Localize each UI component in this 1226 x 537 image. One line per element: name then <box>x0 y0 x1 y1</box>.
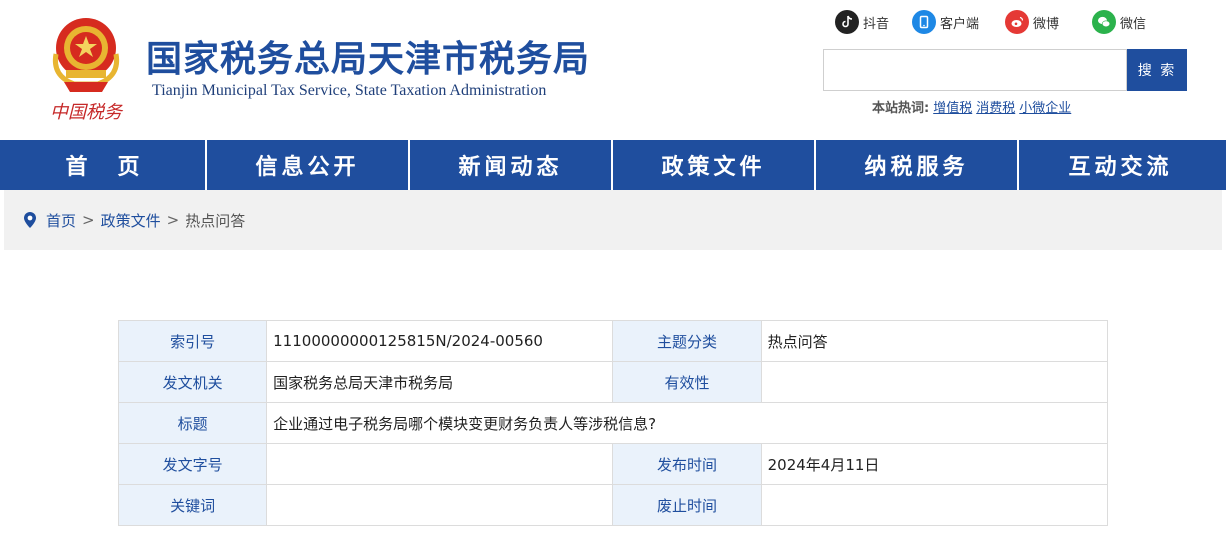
issuer-label: 发文机关 <box>117 361 268 403</box>
table-row: 发文字号 发布时间 2024年4月11日 <box>117 443 1109 485</box>
wechat-label: 微信 <box>1120 16 1147 32</box>
title-label: 标题 <box>117 402 268 444</box>
client-label: 客户端 <box>940 16 980 32</box>
document-info-table: 索引号 11100000000125815N/2024-00560 主题分类 热… <box>117 320 1109 526</box>
doc-number-label: 发文字号 <box>117 443 268 485</box>
doc-number-value <box>266 443 614 485</box>
search-button[interactable]: 搜 索 <box>1127 49 1187 91</box>
search-input[interactable] <box>823 49 1127 91</box>
nav-interaction[interactable]: 互动交流 <box>1019 140 1222 190</box>
breadcrumb-policy-documents[interactable]: 政策文件 <box>101 210 161 231</box>
hot-term-link[interactable]: 小微企业 <box>1019 97 1071 116</box>
validity-label: 有效性 <box>612 361 762 403</box>
weibo-label: 微博 <box>1033 16 1060 32</box>
weibo-link[interactable]: 微博 <box>1005 9 1059 35</box>
wechat-link[interactable]: 微信 <box>1092 9 1146 35</box>
nav-home[interactable]: 首 页 <box>4 140 207 190</box>
issuer-value: 国家税务总局天津市税务局 <box>266 361 614 403</box>
title-value: 企业通过电子税务局哪个模块变更财务负责人等涉税信息? <box>266 402 1108 444</box>
hot-terms: 本站热词: 增值税 消费税 小微企业 <box>872 97 1071 116</box>
nav-news[interactable]: 新闻动态 <box>410 140 613 190</box>
table-row: 索引号 11100000000125815N/2024-00560 主题分类 热… <box>117 320 1109 362</box>
topic-value: 热点问答 <box>760 320 1109 362</box>
hot-terms-label: 本站热词: <box>872 101 930 116</box>
table-row: 关键词 废止时间 <box>117 484 1109 526</box>
main-nav: 首 页 信息公开 新闻动态 政策文件 纳税服务 互动交流 <box>0 140 1226 190</box>
client-app-link[interactable]: 客户端 <box>912 9 979 35</box>
douyin-label: 抖音 <box>863 16 890 32</box>
publish-date-label: 发布时间 <box>612 443 762 485</box>
location-pin-icon <box>24 212 36 228</box>
topic-label: 主题分类 <box>612 320 762 362</box>
site-title[interactable]: 国家税务总局天津市税务局 <box>146 30 590 82</box>
index-value: 11100000000125815N/2024-00560 <box>266 320 614 362</box>
breadcrumb-separator: > <box>82 211 95 229</box>
mobile-client-icon <box>912 10 936 34</box>
keywords-label: 关键词 <box>117 484 268 526</box>
breadcrumb-current: 热点问答 <box>185 211 246 230</box>
site-header: 中国税务 国家税务总局天津市税务局 Tianjin Municipal Tax … <box>0 0 1226 140</box>
validity-value <box>760 361 1109 403</box>
nav-policy-documents[interactable]: 政策文件 <box>613 140 816 190</box>
douyin-icon <box>835 10 859 34</box>
table-row: 标题 企业通过电子税务局哪个模块变更财务负责人等涉税信息? <box>117 402 1108 444</box>
breadcrumb: 首页 > 政策文件 > 热点问答 <box>4 190 1222 250</box>
expiry-date-value <box>760 484 1109 526</box>
breadcrumb-separator: > <box>166 211 180 229</box>
wechat-icon <box>1092 10 1116 34</box>
nav-info-disclosure[interactable]: 信息公开 <box>207 140 410 190</box>
publish-date-value: 2024年4月11日 <box>760 443 1109 485</box>
national-emblem-logo[interactable]: 中国税务 <box>44 14 128 124</box>
nav-tax-services[interactable]: 纳税服务 <box>816 140 1019 190</box>
expiry-date-label: 废止时间 <box>612 484 762 526</box>
keywords-value <box>266 484 614 526</box>
hot-term-link[interactable]: 增值税 <box>933 97 972 116</box>
site-subtitle: Tianjin Municipal Tax Service, State Tax… <box>152 82 547 99</box>
weibo-icon <box>1005 10 1029 34</box>
breadcrumb-home[interactable]: 首页 <box>46 210 76 231</box>
douyin-link[interactable]: 抖音 <box>835 9 889 35</box>
index-label: 索引号 <box>117 320 268 362</box>
svg-text:中国税务: 中国税务 <box>50 102 124 123</box>
hot-term-link[interactable]: 消费税 <box>976 97 1015 116</box>
table-row: 发文机关 国家税务总局天津市税务局 有效性 <box>117 361 1109 403</box>
